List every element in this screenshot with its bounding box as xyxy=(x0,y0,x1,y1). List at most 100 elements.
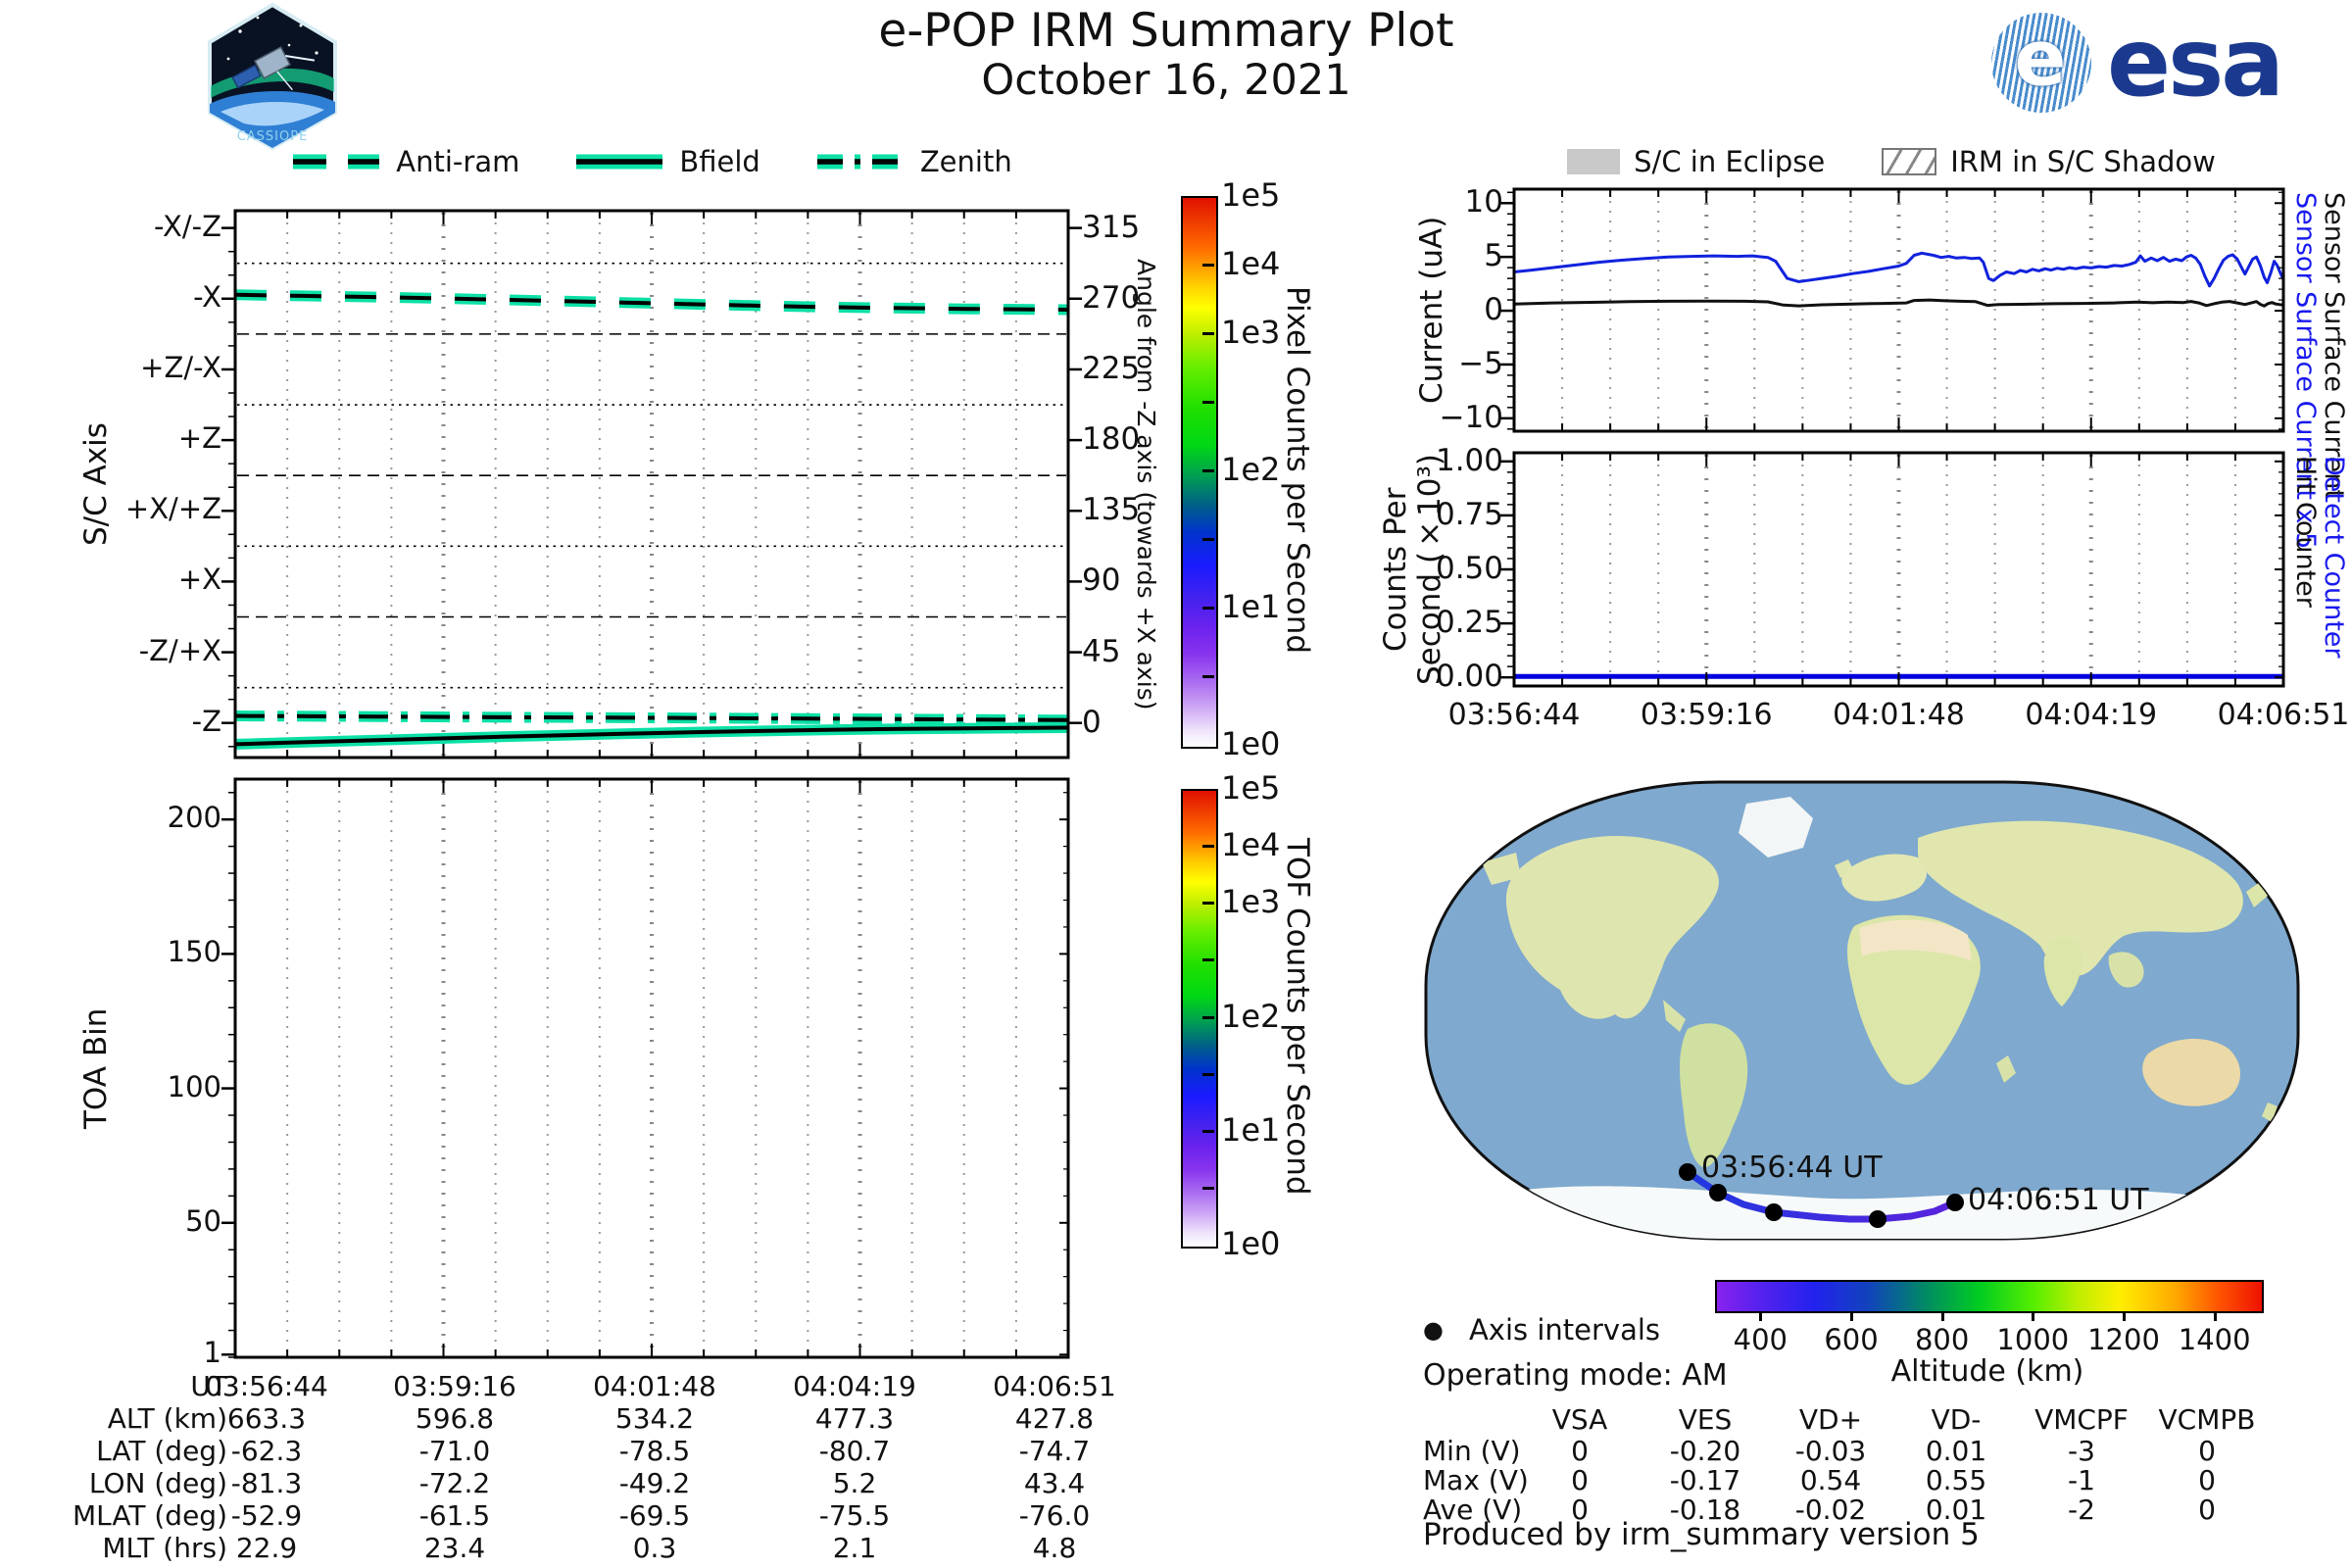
colorbar-tick xyxy=(1202,1186,1214,1190)
voltage-cell: -0.02 xyxy=(1794,1494,1867,1526)
voltage-cell: -0.03 xyxy=(1794,1435,1867,1467)
altitude-cb-tick-label: 1400 xyxy=(2178,1323,2251,1356)
colorbar-tick xyxy=(1202,538,1214,541)
voltage-cell: -2 xyxy=(2068,1494,2095,1526)
voltage-col-header: VMCPF xyxy=(2034,1403,2129,1436)
altitude-cb-tick xyxy=(2213,1311,2217,1321)
voltage-cell: 0.01 xyxy=(1925,1494,1987,1526)
axis-intervals-label: Axis intervals xyxy=(1468,1313,1661,1347)
voltage-col-header: VCMPB xyxy=(2158,1403,2256,1436)
ephemeris-cell: 2.1 xyxy=(832,1532,877,1564)
voltage-cell: -0.20 xyxy=(1669,1435,1741,1467)
voltage-col-header: VES xyxy=(1678,1403,1733,1436)
ephemeris-cell: -71.0 xyxy=(418,1435,491,1467)
pixel-cb-tick-label: 1e2 xyxy=(1221,451,1281,488)
ylabel-toa-bin: TOA Bin xyxy=(78,1007,114,1129)
ephemeris-cell: 0.3 xyxy=(632,1532,677,1564)
pixel-cb-tick-label: 1e1 xyxy=(1221,588,1281,625)
toa-ytick: 150 xyxy=(167,935,221,969)
voltage-col-header: VD+ xyxy=(1798,1403,1863,1436)
toa-ytick: 100 xyxy=(167,1069,221,1103)
operating-mode: Operating mode: AM xyxy=(1423,1358,1728,1393)
voltage-cell: -0.18 xyxy=(1669,1494,1741,1526)
ephemeris-cell: 4.8 xyxy=(1032,1532,1077,1564)
ephemeris-cell: 534.2 xyxy=(614,1402,695,1435)
colorbar-tick xyxy=(1202,469,1214,472)
angle-ytick: 45 xyxy=(1082,633,1121,669)
tof-cb-tick-label: 1e2 xyxy=(1221,997,1281,1035)
ephemeris-cell: -69.5 xyxy=(618,1499,691,1532)
pixel-cb-tick-label: 1e3 xyxy=(1221,314,1281,351)
voltage-cell: 0 xyxy=(1571,1464,1589,1496)
angle-ytick: 0 xyxy=(1082,704,1102,740)
colorbar-tick xyxy=(1202,1015,1214,1019)
axis-intervals-legend: ● Axis intervals xyxy=(1423,1313,1660,1347)
ephemeris-cell: 5.2 xyxy=(832,1467,877,1499)
track-end-time-label: 04:06:51 UT xyxy=(1968,1183,2149,1217)
sc-axis-ytick: -Z/+X xyxy=(138,633,221,667)
voltage-cell: -1 xyxy=(2068,1464,2095,1496)
ephemeris-cell: -78.5 xyxy=(618,1435,691,1467)
ephemeris-cell: -62.3 xyxy=(230,1435,303,1467)
altitude-cb-tick xyxy=(2123,1311,2126,1321)
toa-ytick: 200 xyxy=(167,801,221,835)
tof-cb-tick-label: 1e4 xyxy=(1221,826,1281,864)
colorbar-tof-title: TOF Counts per Second xyxy=(1280,838,1315,1196)
altitude-cb-tick xyxy=(2032,1311,2035,1321)
angle-ytick: 90 xyxy=(1082,563,1121,599)
altitude-cb-tick xyxy=(1940,1311,1944,1321)
angle-ytick: 225 xyxy=(1082,350,1141,386)
tof-cb-tick-label: 1e3 xyxy=(1221,883,1281,921)
pixel-cb-tick-label: 1e5 xyxy=(1221,176,1281,214)
colorbar-altitude-title: Altitude (km) xyxy=(1890,1354,2084,1389)
ephemeris-cell: -81.3 xyxy=(230,1467,303,1499)
angle-ytick: 315 xyxy=(1082,209,1141,245)
ephemeris-cell: 22.9 xyxy=(235,1532,298,1564)
time-xtick: 03:56:44 xyxy=(1447,698,1581,732)
colorbar-tick xyxy=(1202,264,1214,267)
ephemeris-cell: 663.3 xyxy=(226,1402,307,1435)
axis-interval-dot-icon: ● xyxy=(1423,1316,1444,1344)
current-ytick: −10 xyxy=(1439,399,1503,435)
toa-ytick: 1 xyxy=(203,1336,221,1370)
time-xtick: 03:59:16 xyxy=(1640,698,1773,732)
pixel-cb-tick-label: 1e0 xyxy=(1221,725,1281,762)
ephemeris-cell: 04:06:51 xyxy=(993,1370,1116,1402)
pixel-cb-tick-label: 1e4 xyxy=(1221,245,1281,282)
world-map: 03:56:44 UT 04:06:51 UT xyxy=(1423,779,2301,1242)
sc-axis-ytick: +X xyxy=(177,563,221,597)
current-ytick: 5 xyxy=(1484,238,1503,274)
sc-axis-ytick: +X/+Z xyxy=(124,492,221,526)
counts-ytick: 0.75 xyxy=(1435,496,1503,532)
angle-ytick: 135 xyxy=(1082,492,1141,528)
ephemeris-cell: 04:04:19 xyxy=(793,1370,916,1402)
tof-cb-tick-label: 1e1 xyxy=(1221,1110,1281,1149)
ephemeris-cell: -76.0 xyxy=(1018,1499,1091,1532)
ephemeris-cell: 43.4 xyxy=(1023,1467,1086,1499)
counts-ytick: 0.50 xyxy=(1435,551,1503,586)
angle-ytick: 180 xyxy=(1082,421,1141,458)
ephemeris-cell: 04:01:48 xyxy=(593,1370,716,1402)
colorbar-tick xyxy=(1202,675,1214,678)
colorbar-pixel xyxy=(1181,196,1218,749)
altitude-cb-tick xyxy=(1759,1311,1763,1321)
colorbar-tof xyxy=(1181,789,1218,1249)
voltage-cell: -0.17 xyxy=(1669,1464,1741,1496)
ephemeris-cell: -49.2 xyxy=(618,1467,691,1499)
sc-axis-ytick: +Z/-X xyxy=(140,350,221,384)
colorbar-pixel-title: Pixel Counts per Second xyxy=(1280,286,1315,655)
ephemeris-cell: -80.7 xyxy=(818,1435,891,1467)
sc-axis-ytick: -X xyxy=(193,279,221,314)
sc-axis-ytick: -Z xyxy=(191,704,221,738)
colorbar-tick xyxy=(1202,401,1214,404)
current-ytick: 0 xyxy=(1484,292,1503,328)
colorbar-tick xyxy=(1202,1129,1214,1133)
time-xtick: 04:01:48 xyxy=(1833,698,1965,732)
ephemeris-cell: 596.8 xyxy=(415,1402,495,1435)
voltage-cell: 0 xyxy=(1571,1435,1589,1467)
voltage-cell: 0 xyxy=(2198,1464,2216,1496)
ephemeris-cell: -52.9 xyxy=(230,1499,303,1532)
sc-axis-ytick: +Z xyxy=(177,421,221,456)
tof-cb-tick-label: 1e5 xyxy=(1221,769,1281,807)
ephemeris-cell: -61.5 xyxy=(418,1499,491,1532)
